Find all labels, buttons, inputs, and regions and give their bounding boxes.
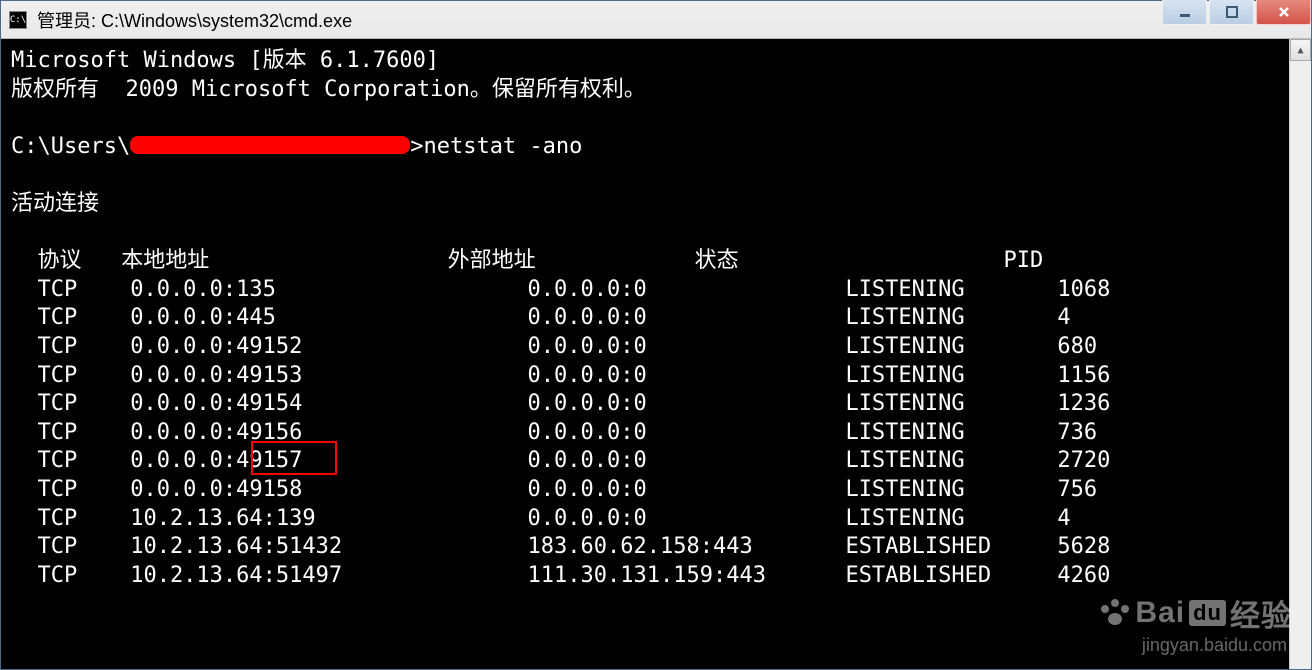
section-heading: 活动连接: [11, 190, 1289, 219]
scroll-up-arrow[interactable]: ▲: [1290, 39, 1311, 61]
window-title: 管理员: C:\Windows\system32\cmd.exe: [37, 7, 352, 33]
prompt-line: C:\Users\>netstat -ano: [11, 133, 1289, 162]
connection-row: TCP 0.0.0.0:49153 0.0.0.0:0 LISTENING 11…: [11, 362, 1289, 391]
cmd-window: C:\ 管理员: C:\Windows\system32\cmd.exe Mic…: [0, 0, 1312, 670]
cmd-icon: C:\: [9, 11, 27, 29]
redacted-username: [130, 136, 410, 154]
connection-row: TCP 0.0.0.0:49158 0.0.0.0:0 LISTENING 75…: [11, 476, 1289, 505]
terminal-output[interactable]: Microsoft Windows [版本 6.1.7600]版权所有 2009…: [1, 39, 1289, 669]
minimize-button[interactable]: [1162, 0, 1207, 25]
connection-row: TCP 10.2.13.64:51432 183.60.62.158:443 E…: [11, 533, 1289, 562]
connection-row: TCP 0.0.0.0:49154 0.0.0.0:0 LISTENING 12…: [11, 390, 1289, 419]
column-headers: 协议 本地地址 外部地址 状态 PID: [11, 247, 1289, 276]
connection-row: TCP 10.2.13.64:51497 111.30.131.159:443 …: [11, 562, 1289, 591]
scroll-track[interactable]: [1290, 61, 1311, 669]
copyright-line: 版权所有 2009 Microsoft Corporation。保留所有权利。: [11, 76, 1289, 105]
port-highlight-box: [251, 441, 337, 475]
content-area: Microsoft Windows [版本 6.1.7600]版权所有 2009…: [1, 39, 1311, 669]
titlebar[interactable]: C:\ 管理员: C:\Windows\system32\cmd.exe: [1, 1, 1311, 39]
connection-row: TCP 0.0.0.0:135 0.0.0.0:0 LISTENING 1068: [11, 276, 1289, 305]
vertical-scrollbar[interactable]: ▲: [1289, 39, 1311, 669]
connection-row: TCP 0.0.0.0:49157 0.0.0.0:0 LISTENING 27…: [11, 447, 1289, 476]
connection-row: TCP 10.2.13.64:139 0.0.0.0:0 LISTENING 4: [11, 505, 1289, 534]
close-button[interactable]: [1256, 0, 1311, 25]
connection-row: TCP 0.0.0.0:49152 0.0.0.0:0 LISTENING 68…: [11, 333, 1289, 362]
version-line: Microsoft Windows [版本 6.1.7600]: [11, 47, 1289, 76]
connection-row: TCP 0.0.0.0:445 0.0.0.0:0 LISTENING 4: [11, 304, 1289, 333]
connection-row: TCP 0.0.0.0:49156 0.0.0.0:0 LISTENING 73…: [11, 419, 1289, 448]
window-controls: [1162, 0, 1311, 25]
maximize-button[interactable]: [1209, 0, 1254, 25]
